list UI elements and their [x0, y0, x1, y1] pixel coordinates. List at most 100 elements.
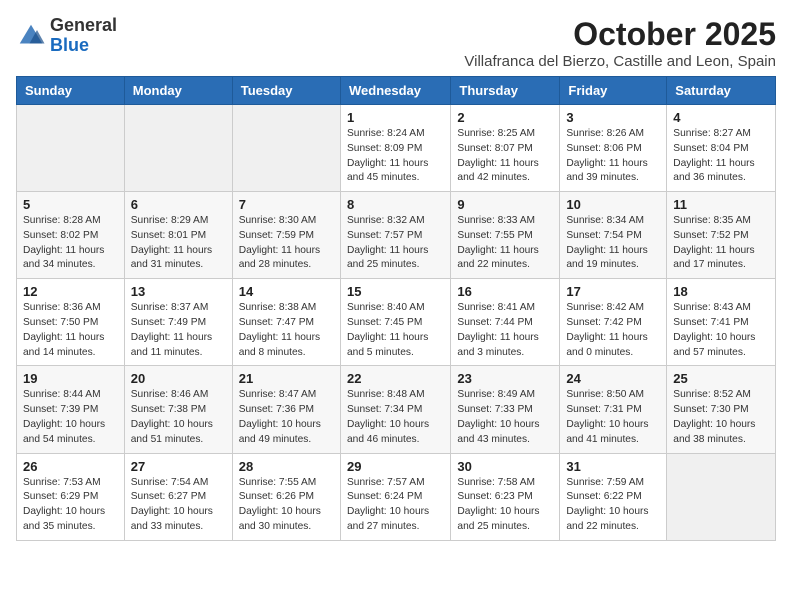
calendar-cell: 9 Sunrise: 8:33 AM Sunset: 7:55 PM Daylig… [451, 192, 560, 279]
calendar-header-row: SundayMondayTuesdayWednesdayThursdayFrid… [17, 77, 776, 105]
cell-info-text: Sunrise: 8:48 AM Sunset: 7:34 PM Dayligh… [347, 388, 444, 447]
main-title: October 2025 [464, 16, 776, 53]
calendar-cell: 30Sunrise: 7:58 AM Sunset: 6:23 PM Dayli… [451, 453, 560, 540]
cell-day-number: 9 [457, 197, 553, 212]
subtitle: Villafranca del Bierzo, Castille and Leo… [464, 53, 776, 70]
calendar-cell: 1 Sunrise: 8:24 AM Sunset: 8:09 PM Daylig… [340, 105, 450, 192]
calendar-cell [232, 105, 340, 192]
cell-day-number: 2 [457, 110, 553, 125]
cell-day-number: 20 [131, 371, 226, 386]
cell-info-text: Sunrise: 8:30 AM Sunset: 7:59 PM Dayligh… [239, 214, 334, 273]
cell-info-text: Sunrise: 8:49 AM Sunset: 7:33 PM Dayligh… [457, 388, 553, 447]
calendar-cell: 27 Sunrise: 7:54 AM Sunset: 6:27 PM Dayli… [124, 453, 232, 540]
weekday-header: Thursday [451, 77, 560, 105]
calendar-cell: 11 Sunrise: 8:35 AM Sunset: 7:52 PM Dayli… [667, 192, 776, 279]
cell-info-text: Sunrise: 8:32 AM Sunset: 7:57 PM Dayligh… [347, 214, 444, 273]
cell-info-text: Sunrise: 8:52 AM Sunset: 7:30 PM Dayligh… [673, 388, 769, 447]
cell-info-text: Sunrise: 8:42 AM Sunset: 7:42 PM Dayligh… [566, 301, 660, 360]
cell-day-number: 14 [239, 284, 334, 299]
cell-info-text: Sunrise: 7:55 AM Sunset: 6:26 PM Dayligh… [239, 476, 334, 535]
calendar-table: SundayMondayTuesdayWednesdayThursdayFrid… [16, 76, 776, 541]
cell-info-text: Sunrise: 8:46 AM Sunset: 7:38 PM Dayligh… [131, 388, 226, 447]
cell-info-text: Sunrise: 7:53 AM Sunset: 6:29 PM Dayligh… [23, 476, 118, 535]
cell-day-number: 19 [23, 371, 118, 386]
cell-day-number: 5 [23, 197, 118, 212]
cell-day-number: 21 [239, 371, 334, 386]
title-block: October 2025 Villafranca del Bierzo, Cas… [464, 16, 776, 70]
cell-info-text: Sunrise: 8:34 AM Sunset: 7:54 PM Dayligh… [566, 214, 660, 273]
cell-day-number: 26 [23, 459, 118, 474]
cell-info-text: Sunrise: 8:41 AM Sunset: 7:44 PM Dayligh… [457, 301, 553, 360]
cell-info-text: Sunrise: 8:36 AM Sunset: 7:50 PM Dayligh… [23, 301, 118, 360]
weekday-header: Tuesday [232, 77, 340, 105]
calendar-cell: 25Sunrise: 8:52 AM Sunset: 7:30 PM Dayli… [667, 366, 776, 453]
cell-day-number: 31 [566, 459, 660, 474]
cell-day-number: 4 [673, 110, 769, 125]
calendar-cell: 3 Sunrise: 8:26 AM Sunset: 8:06 PM Daylig… [560, 105, 667, 192]
calendar-cell: 17 Sunrise: 8:42 AM Sunset: 7:42 PM Dayli… [560, 279, 667, 366]
logo: General Blue [16, 16, 117, 56]
cell-day-number: 10 [566, 197, 660, 212]
calendar-cell: 31 Sunrise: 7:59 AM Sunset: 6:22 PM Dayli… [560, 453, 667, 540]
cell-day-number: 30 [457, 459, 553, 474]
cell-info-text: Sunrise: 8:27 AM Sunset: 8:04 PM Dayligh… [673, 127, 769, 186]
cell-day-number: 17 [566, 284, 660, 299]
calendar-cell: 16 Sunrise: 8:41 AM Sunset: 7:44 PM Dayli… [451, 279, 560, 366]
calendar-week-row: 26 Sunrise: 7:53 AM Sunset: 6:29 PM Dayli… [17, 453, 776, 540]
cell-info-text: Sunrise: 8:47 AM Sunset: 7:36 PM Dayligh… [239, 388, 334, 447]
cell-info-text: Sunrise: 8:26 AM Sunset: 8:06 PM Dayligh… [566, 127, 660, 186]
calendar-cell: 8Sunrise: 8:32 AM Sunset: 7:57 PM Daylig… [340, 192, 450, 279]
calendar-cell: 26 Sunrise: 7:53 AM Sunset: 6:29 PM Dayli… [17, 453, 125, 540]
weekday-header: Sunday [17, 77, 125, 105]
calendar-cell: 24 Sunrise: 8:50 AM Sunset: 7:31 PM Dayli… [560, 366, 667, 453]
calendar-cell: 28 Sunrise: 7:55 AM Sunset: 6:26 PM Dayli… [232, 453, 340, 540]
cell-day-number: 28 [239, 459, 334, 474]
cell-info-text: Sunrise: 8:25 AM Sunset: 8:07 PM Dayligh… [457, 127, 553, 186]
cell-info-text: Sunrise: 7:59 AM Sunset: 6:22 PM Dayligh… [566, 476, 660, 535]
weekday-header: Wednesday [340, 77, 450, 105]
calendar-cell: 5 Sunrise: 8:28 AM Sunset: 8:02 PM Daylig… [17, 192, 125, 279]
cell-info-text: Sunrise: 8:28 AM Sunset: 8:02 PM Dayligh… [23, 214, 118, 273]
cell-info-text: Sunrise: 8:44 AM Sunset: 7:39 PM Dayligh… [23, 388, 118, 447]
cell-day-number: 22 [347, 371, 444, 386]
calendar-week-row: 12Sunrise: 8:36 AM Sunset: 7:50 PM Dayli… [17, 279, 776, 366]
calendar-cell: 29Sunrise: 7:57 AM Sunset: 6:24 PM Dayli… [340, 453, 450, 540]
calendar-week-row: 1 Sunrise: 8:24 AM Sunset: 8:09 PM Daylig… [17, 105, 776, 192]
cell-day-number: 24 [566, 371, 660, 386]
cell-info-text: Sunrise: 7:54 AM Sunset: 6:27 PM Dayligh… [131, 476, 226, 535]
calendar-cell: 7Sunrise: 8:30 AM Sunset: 7:59 PM Daylig… [232, 192, 340, 279]
cell-info-text: Sunrise: 8:50 AM Sunset: 7:31 PM Dayligh… [566, 388, 660, 447]
calendar-cell [667, 453, 776, 540]
cell-day-number: 15 [347, 284, 444, 299]
cell-day-number: 1 [347, 110, 444, 125]
calendar-cell [17, 105, 125, 192]
calendar-cell: 21 Sunrise: 8:47 AM Sunset: 7:36 PM Dayli… [232, 366, 340, 453]
calendar-cell: 13Sunrise: 8:37 AM Sunset: 7:49 PM Dayli… [124, 279, 232, 366]
weekday-header: Friday [560, 77, 667, 105]
logo-general-text: General [50, 15, 117, 35]
cell-info-text: Sunrise: 8:29 AM Sunset: 8:01 PM Dayligh… [131, 214, 226, 273]
cell-day-number: 16 [457, 284, 553, 299]
cell-day-number: 23 [457, 371, 553, 386]
cell-info-text: Sunrise: 8:24 AM Sunset: 8:09 PM Dayligh… [347, 127, 444, 186]
cell-day-number: 11 [673, 197, 769, 212]
cell-info-text: Sunrise: 8:38 AM Sunset: 7:47 PM Dayligh… [239, 301, 334, 360]
cell-info-text: Sunrise: 8:43 AM Sunset: 7:41 PM Dayligh… [673, 301, 769, 360]
weekday-header: Saturday [667, 77, 776, 105]
cell-day-number: 13 [131, 284, 226, 299]
calendar-cell: 20 Sunrise: 8:46 AM Sunset: 7:38 PM Dayli… [124, 366, 232, 453]
page-header: General Blue October 2025 Villafranca de… [16, 16, 776, 70]
cell-info-text: Sunrise: 8:33 AM Sunset: 7:55 PM Dayligh… [457, 214, 553, 273]
logo-icon [16, 21, 46, 51]
cell-day-number: 3 [566, 110, 660, 125]
calendar-cell: 18Sunrise: 8:43 AM Sunset: 7:41 PM Dayli… [667, 279, 776, 366]
calendar-cell: 23 Sunrise: 8:49 AM Sunset: 7:33 PM Dayli… [451, 366, 560, 453]
cell-day-number: 27 [131, 459, 226, 474]
calendar-cell: 12Sunrise: 8:36 AM Sunset: 7:50 PM Dayli… [17, 279, 125, 366]
calendar-cell [124, 105, 232, 192]
cell-day-number: 6 [131, 197, 226, 212]
calendar-week-row: 19 Sunrise: 8:44 AM Sunset: 7:39 PM Dayli… [17, 366, 776, 453]
calendar-cell: 6 Sunrise: 8:29 AM Sunset: 8:01 PM Daylig… [124, 192, 232, 279]
cell-info-text: Sunrise: 8:35 AM Sunset: 7:52 PM Dayligh… [673, 214, 769, 273]
calendar-cell: 4 Sunrise: 8:27 AM Sunset: 8:04 PM Daylig… [667, 105, 776, 192]
